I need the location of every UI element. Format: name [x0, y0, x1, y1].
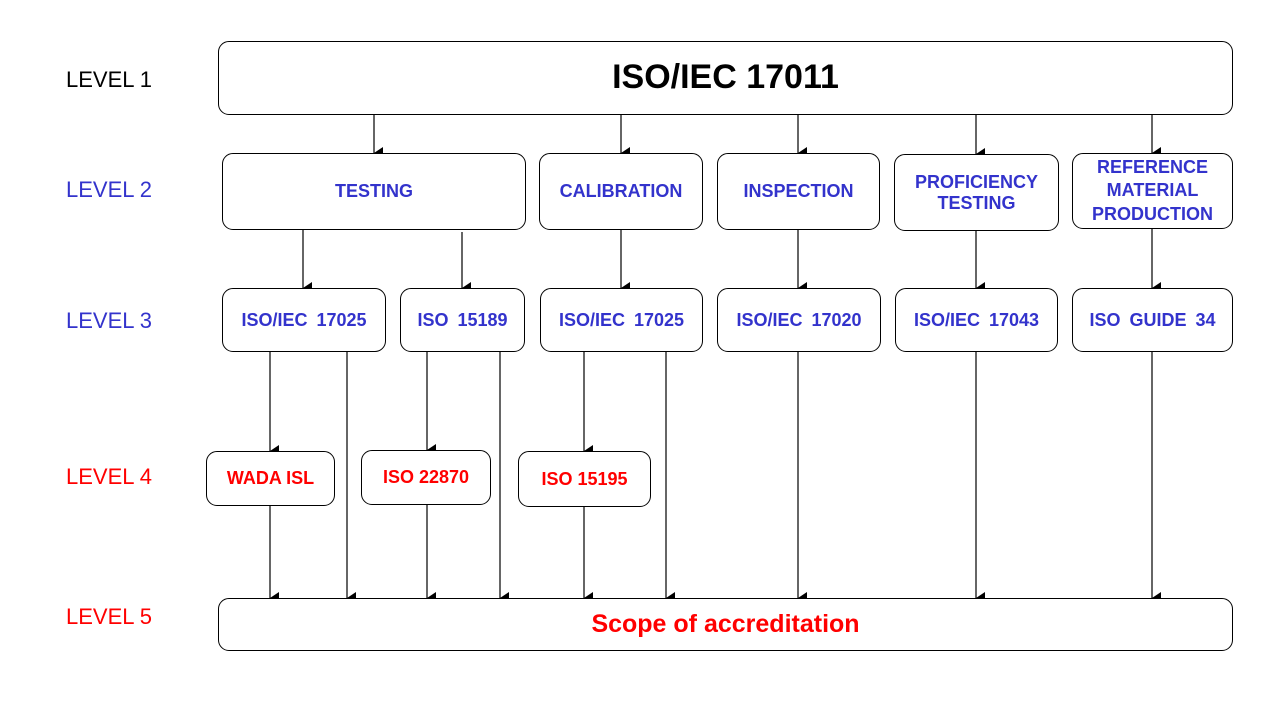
level-3-text: ISO GUIDE 34 [1089, 309, 1216, 330]
level-4-text: ISO 15195 [541, 468, 628, 489]
level-4-box-iso-22870: ISO 22870 [361, 450, 491, 505]
level-3-text: ISO/IEC 17020 [736, 309, 862, 330]
level-4-box-wada-isl: WADA ISL [206, 451, 335, 506]
level-3-box-iso-iec-17020: ISO/IEC 17020 [717, 288, 881, 352]
level-2-text: PROFICIENCY TESTING [914, 171, 1038, 213]
level-2-text: CALIBRATION [559, 181, 683, 202]
level-3-box-iso-iec-17025-testing: ISO/IEC 17025 [222, 288, 386, 352]
level-3-box-iso-guide-34: ISO GUIDE 34 [1072, 288, 1233, 352]
level-4-text: WADA ISL [226, 468, 315, 489]
level-2-box-reference-material: REFERENCE MATERIAL PRODUCTION [1072, 153, 1233, 229]
level-3-text: ISO/IEC 17025 [241, 309, 367, 330]
level-3-box-iso-iec-17025-calibration: ISO/IEC 17025 [540, 288, 703, 352]
level-2-box-testing: TESTING [222, 153, 526, 230]
level-2-box-inspection: INSPECTION [717, 153, 880, 230]
level-4-box-iso-15195: ISO 15195 [518, 451, 651, 507]
level-3-text: ISO/IEC 17043 [913, 309, 1040, 330]
level-3-text: ISO 15189 [417, 309, 508, 330]
level-4-text: ISO 22870 [382, 467, 470, 488]
level-5-box: Scope of accreditation [218, 598, 1233, 651]
level-2-text: REFERENCE MATERIAL PRODUCTION [1092, 156, 1213, 224]
level-3-box-iso-15189: ISO 15189 [400, 288, 525, 352]
level-1-text: ISO/IEC 17011 [612, 58, 839, 97]
level-2-text: INSPECTION [743, 181, 854, 202]
level-5-text: Scope of accreditation [591, 610, 860, 639]
level-2-box-calibration: CALIBRATION [539, 153, 703, 230]
level-1-box: ISO/IEC 17011 [218, 41, 1233, 115]
level-2-text: TESTING [334, 181, 413, 202]
level-2-box-proficiency-testing: PROFICIENCY TESTING [894, 154, 1059, 231]
level-3-text: ISO/IEC 17025 [558, 309, 685, 330]
level-3-box-iso-iec-17043: ISO/IEC 17043 [895, 288, 1058, 352]
